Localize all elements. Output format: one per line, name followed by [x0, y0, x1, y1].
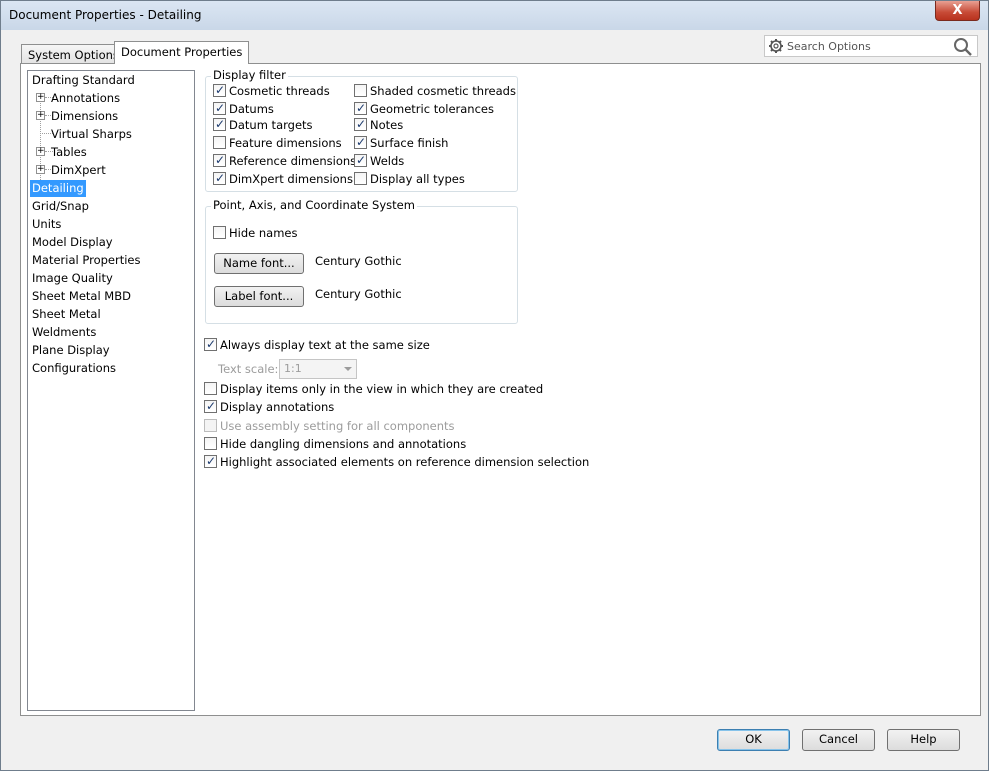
- expand-icon[interactable]: +: [36, 165, 45, 174]
- datums-checkbox[interactable]: Datums: [213, 101, 274, 116]
- tab-system-options[interactable]: System Options: [21, 44, 126, 65]
- window-title: Document Properties - Detailing: [9, 8, 202, 22]
- close-icon: X: [952, 3, 963, 18]
- tab-document-properties[interactable]: Document Properties: [114, 41, 250, 64]
- tree-item-label: Tables: [51, 145, 87, 159]
- display-only-in-view-checkbox[interactable]: Display items only in the view in which …: [204, 382, 543, 396]
- tree-item-units[interactable]: Units: [32, 216, 61, 233]
- tree-item-label: Material Properties: [32, 253, 141, 267]
- tree-item-virtual-sharps[interactable]: Virtual Sharps: [51, 126, 132, 143]
- tree-item-sheet-metal-mbd[interactable]: Sheet Metal MBD: [32, 288, 131, 305]
- tree-item-label: Plane Display: [32, 343, 110, 357]
- tree-item-label: Units: [32, 217, 62, 231]
- label-font-button[interactable]: Label font...: [214, 286, 304, 307]
- tree-item-label: DimXpert: [51, 163, 106, 177]
- tree-item-image-quality[interactable]: Image Quality: [32, 270, 113, 287]
- geometric-tolerances-checkbox[interactable]: Geometric tolerances: [354, 101, 494, 116]
- feature-dimensions-checkbox[interactable]: Feature dimensions: [213, 136, 342, 150]
- dialog-window: Document Properties - Detailing X System…: [0, 0, 989, 771]
- tree-item-label: Grid/Snap: [32, 199, 89, 213]
- reference-dimensions-checkbox[interactable]: Reference dimensions: [213, 153, 356, 168]
- cancel-button[interactable]: Cancel: [802, 729, 875, 751]
- help-button[interactable]: Help: [887, 729, 960, 751]
- tree-item-tables[interactable]: Tables: [51, 144, 87, 161]
- search-icon[interactable]: [953, 37, 973, 57]
- tree-item-label: Sheet Metal MBD: [32, 289, 131, 303]
- tree-item-label: Sheet Metal: [32, 307, 101, 321]
- datum-targets-checkbox[interactable]: Datum targets: [213, 117, 313, 132]
- point-axis-title: Point, Axis, and Coordinate System: [211, 198, 417, 212]
- tree-item-label: Model Display: [32, 235, 113, 249]
- surface-finish-checkbox[interactable]: Surface finish: [354, 135, 448, 150]
- tree-item-dimensions[interactable]: Dimensions: [51, 108, 118, 125]
- name-font-value: Century Gothic: [315, 254, 402, 268]
- dialog-client: System Options Document Properties Searc…: [9, 30, 982, 764]
- tree-item-model-display[interactable]: Model Display: [32, 234, 113, 251]
- dimxpert-dimensions-checkbox[interactable]: DimXpert dimensions: [213, 171, 353, 186]
- tree-item-label: Image Quality: [32, 271, 113, 285]
- expand-icon[interactable]: +: [36, 111, 45, 120]
- expand-icon[interactable]: +: [36, 147, 45, 156]
- text-scale-value: 1:1: [284, 362, 302, 375]
- hide-dangling-checkbox[interactable]: Hide dangling dimensions and annotations: [204, 437, 466, 451]
- chevron-down-icon: [344, 367, 352, 371]
- display-all-types-checkbox[interactable]: Display all types: [354, 172, 465, 186]
- text-scale-dropdown[interactable]: 1:1: [279, 359, 357, 379]
- tree-item-drafting-standard[interactable]: Drafting Standard: [32, 72, 135, 89]
- close-button[interactable]: X: [935, 1, 980, 21]
- label-font-value: Century Gothic: [315, 287, 402, 301]
- tree-item-label: Detailing: [32, 181, 84, 195]
- options-tree[interactable]: Drafting Standard + Annotations + Dimens…: [27, 70, 195, 711]
- name-font-button[interactable]: Name font...: [214, 253, 304, 274]
- tree-item-label: Drafting Standard: [32, 73, 135, 87]
- shaded-cosmetic-threads-checkbox[interactable]: Shaded cosmetic threads: [354, 84, 516, 98]
- welds-checkbox[interactable]: Welds: [354, 153, 404, 168]
- tree-item-annotations[interactable]: Annotations: [51, 90, 120, 107]
- tree-item-plane-display[interactable]: Plane Display: [32, 342, 110, 359]
- ok-button[interactable]: OK: [717, 729, 790, 751]
- always-same-size-checkbox[interactable]: Always display text at the same size: [204, 337, 430, 352]
- tree-item-label: Virtual Sharps: [51, 127, 132, 141]
- tree-item-configurations[interactable]: Configurations: [32, 360, 116, 377]
- tab-panel: Drafting Standard + Annotations + Dimens…: [20, 63, 981, 716]
- text-scale-label: Text scale:: [218, 362, 279, 376]
- expand-icon[interactable]: +: [36, 93, 45, 102]
- tree-item-label: Annotations: [51, 91, 121, 105]
- notes-checkbox[interactable]: Notes: [354, 117, 403, 132]
- tab-label: System Options: [28, 48, 119, 62]
- title-bar[interactable]: Document Properties - Detailing X: [1, 1, 988, 30]
- cosmetic-threads-checkbox[interactable]: Cosmetic threads: [213, 83, 330, 98]
- hide-names-checkbox[interactable]: Hide names: [213, 226, 297, 240]
- tree-item-weldments[interactable]: Weldments: [32, 324, 96, 341]
- search-input[interactable]: Search Options: [787, 40, 871, 53]
- tree-item-sheet-metal[interactable]: Sheet Metal: [32, 306, 101, 323]
- display-filter-title: Display filter: [211, 68, 288, 82]
- use-assembly-setting-checkbox: Use assembly setting for all components: [204, 419, 455, 433]
- search-box[interactable]: Search Options: [764, 35, 978, 57]
- highlight-associated-checkbox[interactable]: Highlight associated elements on referen…: [204, 454, 589, 469]
- gear-icon: [769, 39, 783, 53]
- tree-item-label: Dimensions: [51, 109, 119, 123]
- display-annotations-checkbox[interactable]: Display annotations: [204, 399, 334, 414]
- tree-item-label: Weldments: [32, 325, 97, 339]
- tree-item-grid-snap[interactable]: Grid/Snap: [32, 198, 89, 215]
- tree-item-label: Configurations: [32, 361, 116, 375]
- tree-item-detailing[interactable]: Detailing: [30, 180, 86, 197]
- tree-item-material-properties[interactable]: Material Properties: [32, 252, 141, 269]
- tab-label: Document Properties: [121, 45, 243, 59]
- tree-item-dimxpert[interactable]: DimXpert: [51, 162, 106, 179]
